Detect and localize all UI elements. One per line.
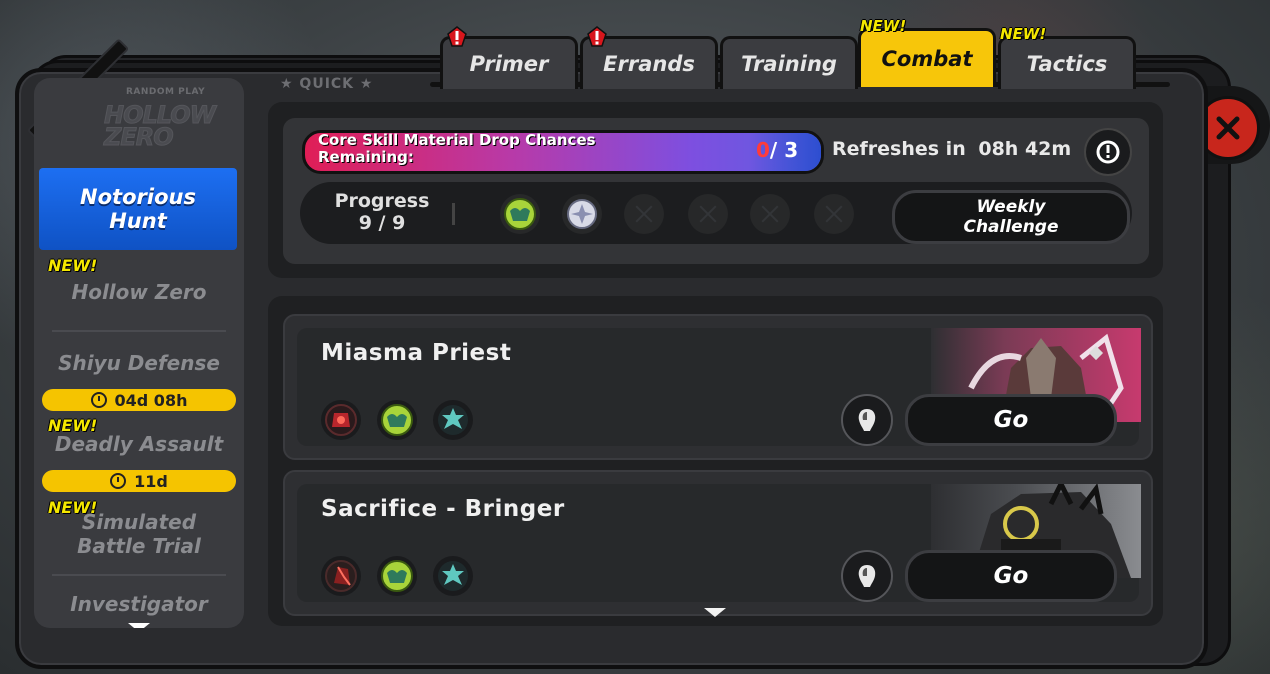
new-badge: NEW! <box>860 17 907 35</box>
new-badge: NEW! <box>48 256 98 275</box>
green-material-icon <box>504 198 536 230</box>
agent-head-icon <box>858 565 876 587</box>
green-material-icon <box>381 560 413 592</box>
drop-material <box>433 556 473 596</box>
alert-icon <box>447 26 467 47</box>
tab-combat[interactable]: Combat <box>858 28 996 87</box>
drop-chance-current: 0 <box>756 138 770 162</box>
tab-tactics[interactable]: Tactics <box>998 36 1136 89</box>
divider <box>52 574 226 576</box>
drop-chance-count: 0/ 3 <box>756 138 798 162</box>
agent-head-icon <box>858 409 876 431</box>
close-icon <box>1216 116 1240 140</box>
timer-text: 04d 08h <box>114 390 188 410</box>
sidebar-item-label: Deadly Assault <box>54 432 224 456</box>
empty-reward-slot <box>814 194 854 234</box>
reward-slot <box>500 194 540 234</box>
teal-gear-icon <box>438 405 468 435</box>
drop-material <box>321 556 361 596</box>
tab-label: Tactics <box>1026 52 1108 76</box>
sidebar-item-label: Notorious Hunt <box>80 185 196 233</box>
tab-label: Errands <box>603 52 695 76</box>
green-material-icon <box>381 404 413 436</box>
white-material-icon <box>567 199 597 229</box>
tab-label: Primer <box>469 52 549 76</box>
clock-icon <box>90 392 107 408</box>
go-label: Go <box>993 563 1029 589</box>
timer-text: 11d <box>134 471 168 491</box>
sidebar-item-notorious-hunt[interactable]: Notorious Hunt <box>39 168 237 250</box>
boss-card-miasma-priest[interactable]: Miasma Priest Go <box>283 314 1153 460</box>
recommended-agent-button[interactable] <box>841 394 893 446</box>
weekly-challenge-button[interactable]: Weekly Challenge <box>892 190 1130 244</box>
progress-label: Progress <box>334 190 430 212</box>
sidebar-item-deadly-assault[interactable]: Deadly Assault <box>34 432 244 456</box>
refresh-timer: Refreshes in 08h 42m <box>832 138 1071 160</box>
sidebar-item-investigator[interactable]: Investigator <box>34 592 244 616</box>
sidebar-item-label: Shiyu Defense <box>58 351 220 375</box>
go-label: Go <box>993 407 1029 433</box>
logo-subtitle: RANDOM PLAY <box>126 87 206 97</box>
recommended-agent-button[interactable] <box>841 550 893 602</box>
sidebar-item-label: Investigator <box>70 592 208 616</box>
sidebar-item-label: Simulated Battle Trial <box>77 510 201 558</box>
go-button[interactable]: Go <box>905 550 1117 602</box>
drop-material <box>377 556 417 596</box>
drop-chance-total: / 3 <box>769 138 799 162</box>
sidebar-item-shiyu-defense[interactable]: Shiyu Defense <box>34 351 244 375</box>
teal-gear-icon <box>438 561 468 591</box>
go-button[interactable]: Go <box>905 394 1117 446</box>
red-core-icon <box>325 404 357 436</box>
sidebar-scroll-down-icon[interactable] <box>128 623 150 628</box>
tab-label: Combat <box>881 47 973 71</box>
info-button[interactable] <box>1084 128 1132 176</box>
clock-icon <box>110 473 127 489</box>
list-scroll-down-icon[interactable] <box>704 608 726 617</box>
sidebar-item-hollow-zero[interactable]: Hollow Zero <box>34 280 244 304</box>
drop-material <box>433 400 473 440</box>
sidebar-item-simulated-battle-trial[interactable]: Simulated Battle Trial <box>74 510 204 558</box>
tab-training[interactable]: Training <box>720 36 858 89</box>
drop-material <box>321 400 361 440</box>
refresh-label: Refreshes in <box>832 138 966 160</box>
sidebar-item-label: Hollow Zero <box>71 280 207 304</box>
progress-separator <box>452 203 455 225</box>
boss-name: Sacrifice - Bringer <box>321 496 565 522</box>
hollow-zero-logo: HOLLOW ZERO <box>104 101 217 151</box>
boss-name: Miasma Priest <box>321 340 512 366</box>
tab-label: Training <box>741 52 837 76</box>
quick-label: ★ QUICK ★ <box>280 76 374 92</box>
empty-reward-slot <box>750 194 790 234</box>
divider <box>52 330 226 332</box>
red-crystal-icon <box>325 560 357 592</box>
empty-reward-slot <box>624 194 664 234</box>
boss-card-sacrifice-bringer[interactable]: Sacrifice - Bringer Go <box>283 470 1153 616</box>
reward-slot <box>562 194 602 234</box>
timer-badge: 11d <box>42 470 236 492</box>
refresh-icon <box>1096 140 1120 164</box>
timer-badge: 04d 08h <box>42 389 236 411</box>
alert-icon <box>587 26 607 47</box>
progress-display: Progress 9 / 9 <box>322 190 442 234</box>
progress-value: 9 / 9 <box>358 212 406 234</box>
empty-reward-slot <box>688 194 728 234</box>
new-badge: NEW! <box>1000 25 1047 43</box>
drop-chance-label: Core Skill Material Drop Chances Remaini… <box>318 131 596 166</box>
refresh-time: 08h 42m <box>978 138 1072 160</box>
sidebar: RANDOM PLAY HOLLOW ZERO Notorious Hunt N… <box>34 78 244 628</box>
weekly-challenge-label: Weekly Challenge <box>963 197 1059 237</box>
drop-material <box>377 400 417 440</box>
